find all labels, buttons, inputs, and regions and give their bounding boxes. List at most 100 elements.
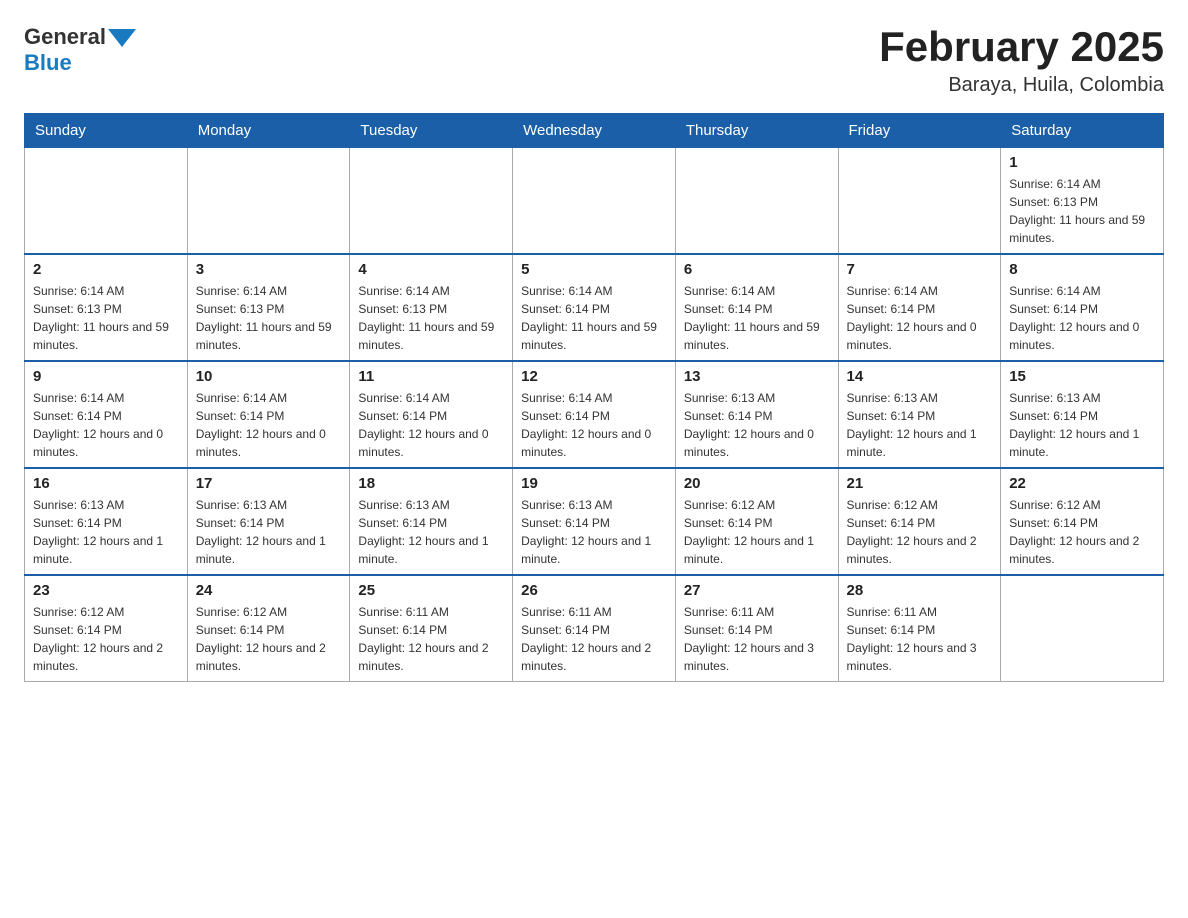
- calendar-cell: 5 Sunrise: 6:14 AM Sunset: 6:14 PM Daylig…: [513, 254, 676, 361]
- calendar-week-row: 16 Sunrise: 6:13 AM Sunset: 6:14 PM Dayli…: [25, 468, 1164, 575]
- logo-general: General: [24, 24, 106, 50]
- day-info: Sunrise: 6:13 AM Sunset: 6:14 PM Dayligh…: [847, 389, 993, 461]
- day-info: Sunrise: 6:11 AM Sunset: 6:14 PM Dayligh…: [684, 603, 830, 675]
- calendar-cell: 2Sunrise: 6:14 AM Sunset: 6:13 PM Daylig…: [25, 254, 188, 361]
- calendar-cell: [350, 148, 513, 255]
- day-info: Sunrise: 6:12 AM Sunset: 6:14 PM Dayligh…: [684, 496, 830, 568]
- location-title: Baraya, Huila, Colombia: [879, 74, 1164, 97]
- day-info: Sunrise: 6:14 AM Sunset: 6:13 PM Dayligh…: [196, 282, 342, 354]
- calendar-cell: 18 Sunrise: 6:13 AM Sunset: 6:14 PM Dayli…: [350, 468, 513, 575]
- calendar-cell: 15Sunrise: 6:13 AM Sunset: 6:14 PM Dayli…: [1001, 361, 1164, 468]
- day-info: Sunrise: 6:11 AM Sunset: 6:14 PM Dayligh…: [847, 603, 993, 675]
- calendar-cell: 1Sunrise: 6:14 AM Sunset: 6:13 PM Daylig…: [1001, 148, 1164, 255]
- day-number: 8: [1009, 261, 1155, 278]
- day-of-week-header: Thursday: [675, 114, 838, 148]
- day-info: Sunrise: 6:13 AM Sunset: 6:14 PM Dayligh…: [196, 496, 342, 568]
- day-info: Sunrise: 6:14 AM Sunset: 6:14 PM Dayligh…: [847, 282, 993, 354]
- day-number: 24: [196, 582, 342, 599]
- calendar-cell: 22 Sunrise: 6:12 AM Sunset: 6:14 PM Dayli…: [1001, 468, 1164, 575]
- day-of-week-header: Sunday: [25, 114, 188, 148]
- day-info: Sunrise: 6:14 AM Sunset: 6:14 PM Dayligh…: [521, 282, 667, 354]
- day-number: 26: [521, 582, 667, 599]
- day-number: 18: [358, 475, 504, 492]
- calendar-cell: 11 Sunrise: 6:14 AM Sunset: 6:14 PM Dayli…: [350, 361, 513, 468]
- calendar-cell: 7 Sunrise: 6:14 AM Sunset: 6:14 PM Daylig…: [838, 254, 1001, 361]
- month-title: February 2025: [879, 24, 1164, 70]
- calendar-week-row: 1Sunrise: 6:14 AM Sunset: 6:13 PM Daylig…: [25, 148, 1164, 255]
- calendar-cell: [675, 148, 838, 255]
- day-number: 6: [684, 261, 830, 278]
- day-number: 4: [358, 261, 504, 278]
- day-info: Sunrise: 6:13 AM Sunset: 6:14 PM Dayligh…: [521, 496, 667, 568]
- calendar-cell: 28 Sunrise: 6:11 AM Sunset: 6:14 PM Dayli…: [838, 575, 1001, 682]
- day-info: Sunrise: 6:14 AM Sunset: 6:13 PM Dayligh…: [33, 282, 179, 354]
- calendar-cell: 10 Sunrise: 6:14 AM Sunset: 6:14 PM Dayli…: [187, 361, 350, 468]
- day-info: Sunrise: 6:13 AM Sunset: 6:14 PM Dayligh…: [1009, 389, 1155, 461]
- day-info: Sunrise: 6:14 AM Sunset: 6:14 PM Dayligh…: [1009, 282, 1155, 354]
- calendar-cell: 25 Sunrise: 6:11 AM Sunset: 6:14 PM Dayli…: [350, 575, 513, 682]
- day-of-week-header: Tuesday: [350, 114, 513, 148]
- page-header: General Blue February 2025 Baraya, Huila…: [24, 24, 1164, 97]
- day-info: Sunrise: 6:14 AM Sunset: 6:14 PM Dayligh…: [684, 282, 830, 354]
- day-number: 28: [847, 582, 993, 599]
- day-info: Sunrise: 6:14 AM Sunset: 6:14 PM Dayligh…: [521, 389, 667, 461]
- day-number: 22: [1009, 475, 1155, 492]
- day-info: Sunrise: 6:13 AM Sunset: 6:14 PM Dayligh…: [358, 496, 504, 568]
- day-number: 25: [358, 582, 504, 599]
- calendar-cell: 16 Sunrise: 6:13 AM Sunset: 6:14 PM Dayli…: [25, 468, 188, 575]
- day-info: Sunrise: 6:14 AM Sunset: 6:14 PM Dayligh…: [358, 389, 504, 461]
- calendar-cell: 12 Sunrise: 6:14 AM Sunset: 6:14 PM Dayli…: [513, 361, 676, 468]
- day-number: 16: [33, 475, 179, 492]
- day-number: 13: [684, 368, 830, 385]
- calendar-cell: 21Sunrise: 6:12 AM Sunset: 6:14 PM Dayli…: [838, 468, 1001, 575]
- day-number: 9: [33, 368, 179, 385]
- calendar-cell: 19 Sunrise: 6:13 AM Sunset: 6:14 PM Dayli…: [513, 468, 676, 575]
- day-number: 14: [847, 368, 993, 385]
- day-info: Sunrise: 6:12 AM Sunset: 6:14 PM Dayligh…: [33, 603, 179, 675]
- calendar-cell: 6 Sunrise: 6:14 AM Sunset: 6:14 PM Daylig…: [675, 254, 838, 361]
- calendar-cell: [25, 148, 188, 255]
- day-number: 12: [521, 368, 667, 385]
- calendar-table: SundayMondayTuesdayWednesdayThursdayFrid…: [24, 113, 1164, 682]
- day-number: 27: [684, 582, 830, 599]
- day-number: 5: [521, 261, 667, 278]
- day-number: 19: [521, 475, 667, 492]
- calendar-cell: [838, 148, 1001, 255]
- calendar-cell: 24 Sunrise: 6:12 AM Sunset: 6:14 PM Dayli…: [187, 575, 350, 682]
- day-number: 10: [196, 368, 342, 385]
- calendar-cell: [1001, 575, 1164, 682]
- day-of-week-header: Wednesday: [513, 114, 676, 148]
- calendar-cell: 8 Sunrise: 6:14 AM Sunset: 6:14 PM Daylig…: [1001, 254, 1164, 361]
- day-info: Sunrise: 6:12 AM Sunset: 6:14 PM Dayligh…: [1009, 496, 1155, 568]
- calendar-week-row: 23 Sunrise: 6:12 AM Sunset: 6:14 PM Dayli…: [25, 575, 1164, 682]
- day-number: 23: [33, 582, 179, 599]
- calendar-week-row: 2Sunrise: 6:14 AM Sunset: 6:13 PM Daylig…: [25, 254, 1164, 361]
- calendar-header-row: SundayMondayTuesdayWednesdayThursdayFrid…: [25, 114, 1164, 148]
- calendar-cell: 26 Sunrise: 6:11 AM Sunset: 6:14 PM Dayli…: [513, 575, 676, 682]
- logo: General Blue: [24, 24, 136, 76]
- day-info: Sunrise: 6:12 AM Sunset: 6:14 PM Dayligh…: [847, 496, 993, 568]
- day-info: Sunrise: 6:13 AM Sunset: 6:14 PM Dayligh…: [33, 496, 179, 568]
- calendar-cell: 14 Sunrise: 6:13 AM Sunset: 6:14 PM Dayli…: [838, 361, 1001, 468]
- calendar-cell: 3 Sunrise: 6:14 AM Sunset: 6:13 PM Daylig…: [187, 254, 350, 361]
- day-number: 3: [196, 261, 342, 278]
- calendar-cell: 20Sunrise: 6:12 AM Sunset: 6:14 PM Dayli…: [675, 468, 838, 575]
- day-info: Sunrise: 6:14 AM Sunset: 6:13 PM Dayligh…: [358, 282, 504, 354]
- day-number: 11: [358, 368, 504, 385]
- calendar-cell: 9 Sunrise: 6:14 AM Sunset: 6:14 PM Daylig…: [25, 361, 188, 468]
- day-info: Sunrise: 6:11 AM Sunset: 6:14 PM Dayligh…: [358, 603, 504, 675]
- day-of-week-header: Monday: [187, 114, 350, 148]
- day-info: Sunrise: 6:12 AM Sunset: 6:14 PM Dayligh…: [196, 603, 342, 675]
- calendar-cell: 17Sunrise: 6:13 AM Sunset: 6:14 PM Dayli…: [187, 468, 350, 575]
- calendar-cell: [513, 148, 676, 255]
- calendar-cell: 4 Sunrise: 6:14 AM Sunset: 6:13 PM Daylig…: [350, 254, 513, 361]
- logo-triangle-icon: [108, 29, 136, 47]
- day-number: 7: [847, 261, 993, 278]
- day-info: Sunrise: 6:13 AM Sunset: 6:14 PM Dayligh…: [684, 389, 830, 461]
- calendar-week-row: 9 Sunrise: 6:14 AM Sunset: 6:14 PM Daylig…: [25, 361, 1164, 468]
- day-info: Sunrise: 6:14 AM Sunset: 6:14 PM Dayligh…: [33, 389, 179, 461]
- day-info: Sunrise: 6:14 AM Sunset: 6:14 PM Dayligh…: [196, 389, 342, 461]
- day-info: Sunrise: 6:11 AM Sunset: 6:14 PM Dayligh…: [521, 603, 667, 675]
- calendar-cell: 13 Sunrise: 6:13 AM Sunset: 6:14 PM Dayli…: [675, 361, 838, 468]
- calendar-cell: [187, 148, 350, 255]
